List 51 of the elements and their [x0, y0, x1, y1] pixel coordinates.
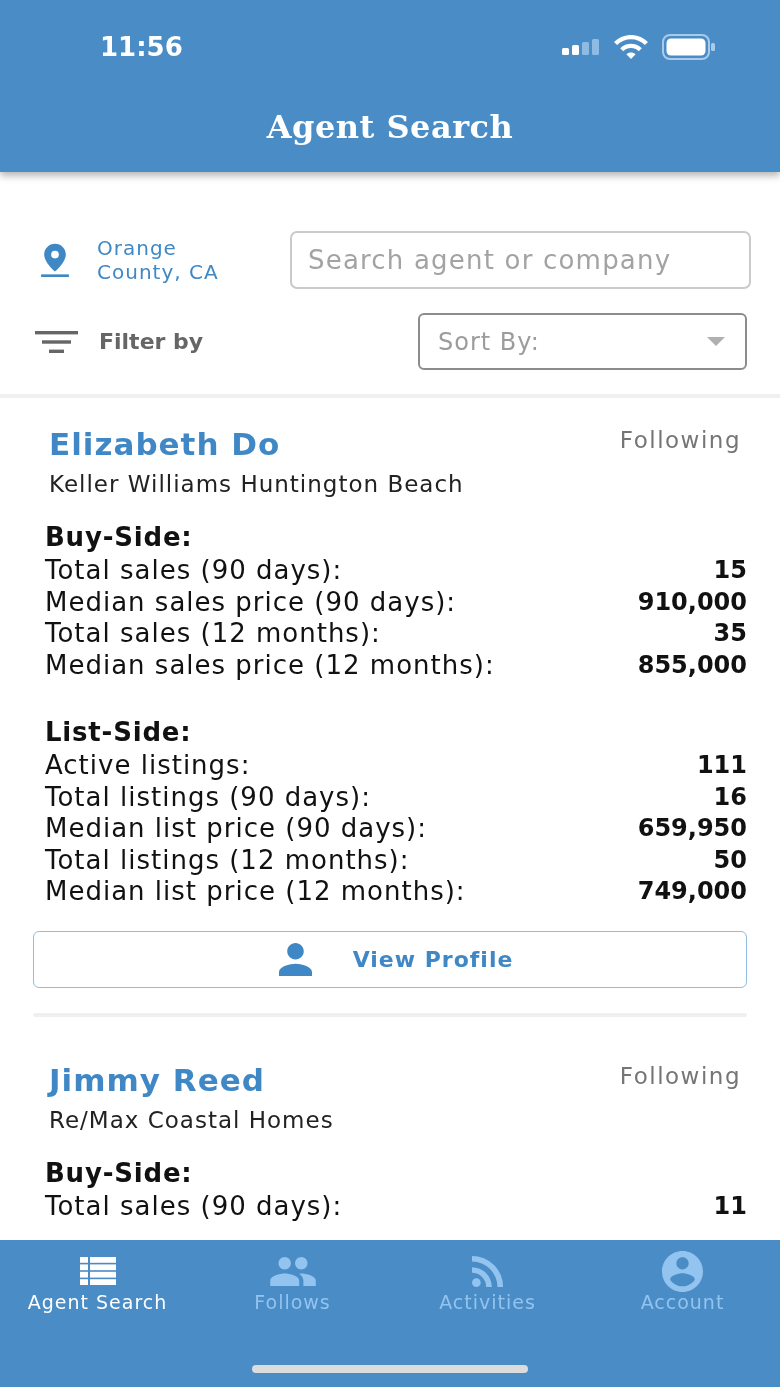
stat-value: 659,950 [637, 813, 747, 844]
tab-item[interactable]: Activities [390, 1240, 585, 1321]
stat-value: 111 [696, 750, 747, 781]
stat-label: Total sales (12 months): [45, 618, 381, 650]
company-name: Re/Max Coastal Homes [49, 1106, 335, 1135]
location-button[interactable]: Orange County, CA [40, 236, 237, 284]
tab-item[interactable]: Account [585, 1240, 780, 1321]
signal-icon [562, 39, 600, 55]
stat-value: 16 [713, 781, 747, 813]
pin-icon [40, 243, 70, 277]
filter-icon [35, 330, 78, 353]
stat-label: Total listings (90 days): [45, 781, 371, 813]
stat-value: 50 [713, 844, 747, 876]
stat-label: Active listings: [45, 750, 251, 782]
tab-item[interactable]: Agent Search [0, 1240, 195, 1321]
stat-value: 15 [713, 555, 747, 586]
list-icon [79, 1257, 116, 1285]
company-name: Keller Williams Huntington Beach [49, 470, 465, 499]
filter-button[interactable]: Filter by [35, 329, 204, 354]
people-icon [269, 1256, 316, 1286]
page-title: Agent Search [266, 107, 514, 147]
caret-icon [707, 337, 725, 346]
battery-icon [662, 34, 716, 60]
section-title: Buy-Side: [45, 1157, 194, 1189]
stat-label: Total sales (90 days): [45, 1191, 343, 1223]
stat-label: Total listings (12 months): [45, 844, 410, 876]
rss-icon [471, 1255, 504, 1287]
stat-value: 749,000 [637, 876, 747, 907]
search-field[interactable]: Search agent or company [290, 231, 751, 289]
status-time: 11:56 [100, 31, 183, 63]
profile-button[interactable]: View Profile [33, 931, 747, 988]
stat-label: Median sales price (90 days): [45, 586, 457, 618]
follow-status: Following [619, 1062, 741, 1091]
person-icon [278, 943, 312, 976]
tab-item[interactable]: Follows [195, 1240, 390, 1321]
agent-name[interactable]: Elizabeth Do [49, 424, 281, 464]
follow-status: Following [619, 426, 741, 455]
sort-dropdown[interactable]: Sort By: [418, 313, 747, 370]
stat-value: 910,000 [637, 586, 747, 618]
stat-value: 35 [713, 618, 747, 649]
agent-name[interactable]: Jimmy Reed [49, 1060, 265, 1100]
section-title: Buy-Side: [45, 521, 194, 553]
stat-value: 855,000 [637, 649, 747, 681]
stat-label: Median sales price (12 months): [45, 649, 495, 681]
stat-label: Total sales (90 days): [45, 555, 343, 587]
account-icon [662, 1250, 703, 1292]
wifi-icon [614, 35, 648, 59]
section-title: List-Side: [45, 716, 193, 748]
stat-label: Median list price (12 months): [45, 876, 466, 908]
stat-label: Median list price (90 days): [45, 813, 428, 845]
stat-value: 11 [713, 1191, 747, 1222]
